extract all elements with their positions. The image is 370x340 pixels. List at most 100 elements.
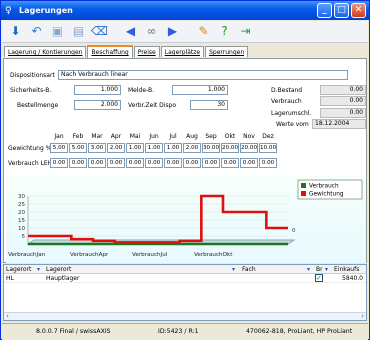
toolbar: ⬇ ↶ ▣ ▤ ⌫ ◀ ∞ ▶ ✎ ? ⇥: [2, 21, 368, 43]
consumption-chart: 30 25 20 15 10 5 0 VerbrauchJan VerbrauchApr Verb…: [8, 179, 363, 258]
col-lagerort-name[interactable]: Lagerort: [46, 265, 71, 274]
delete-icon[interactable]: ⌫: [91, 23, 108, 40]
gewichtung-field[interactable]: 20.00: [221, 143, 239, 153]
verbrauch-label: Verbrauch: [271, 98, 302, 105]
x-tick-label: VerbrauchApr: [70, 252, 109, 258]
month-header: Apr: [110, 133, 122, 140]
scroll-right-icon[interactable]: ›: [361, 313, 364, 320]
col-br[interactable]: Br: [316, 265, 323, 274]
edit-icon[interactable]: ✎: [195, 23, 212, 40]
storage-grid: Lagerort ▾ Lagerort ▾ Fach ▾ Br ▾ Einkau…: [3, 264, 367, 321]
x-tick-label: VerbrauchOkt: [194, 252, 233, 258]
tab-lagerung[interactable]: Lagerung / Kontierungen: [4, 46, 87, 57]
bestellmenge-field[interactable]: 2.000: [74, 100, 121, 110]
y-tick-label: 5: [22, 234, 26, 240]
gewichtung-field[interactable]: 3.00: [88, 143, 106, 153]
month-header: Feb: [72, 133, 84, 140]
gewichtung-field[interactable]: 5.00: [69, 143, 87, 153]
sicherheit-label: Sicherheits-B.: [10, 87, 52, 94]
legend-label: Gewichtung: [309, 192, 344, 198]
verbrauch-leh-field[interactable]: 0.00: [259, 158, 277, 168]
month-header: Okt: [224, 133, 236, 140]
gewichtung-field[interactable]: 20.00: [240, 143, 258, 153]
save-icon[interactable]: ⬇: [7, 23, 24, 40]
col-lagerort-code[interactable]: Lagerort: [6, 265, 31, 274]
table-row[interactable]: HL Hauptlager ✓ 5840.0: [4, 274, 366, 283]
bestellmenge-label: Bestellmenge: [17, 102, 59, 109]
right-axis-label: 0: [292, 228, 296, 234]
y-tick-label: 25: [18, 202, 25, 208]
gewichtung-field[interactable]: 2.00: [183, 143, 201, 153]
verbrauch-leh-field[interactable]: 0.00: [88, 158, 106, 168]
exit-icon[interactable]: ⇥: [237, 23, 254, 40]
chevron-down-icon[interactable]: ▾: [37, 265, 40, 274]
verbrauch-leh-field[interactable]: 0.00: [126, 158, 144, 168]
verbrauch-leh-field[interactable]: 0.00: [69, 158, 87, 168]
gewichtung-field[interactable]: 1.00: [145, 143, 163, 153]
chevron-down-icon[interactable]: ▾: [307, 265, 310, 274]
legend-label: Verbrauch: [309, 184, 339, 190]
y-tick-label: 20: [18, 210, 25, 216]
grid-header: Lagerort ▾ Lagerort ▾ Fach ▾ Br ▾ Einkau…: [4, 265, 366, 274]
gewichtung-field[interactable]: 1.00: [126, 143, 144, 153]
y-tick-label: 15: [18, 218, 25, 224]
gewichtung-field[interactable]: 1.00: [164, 143, 182, 153]
previous-icon[interactable]: ◀: [122, 23, 139, 40]
dispositionsart-field[interactable]: Nach Verbrauch linear: [58, 70, 348, 80]
chart-area: 30 25 20 15 10 5 0 VerbrauchJan VerbrauchApr Verb…: [6, 176, 366, 263]
chevron-down-icon[interactable]: ▾: [325, 265, 328, 274]
paste-icon[interactable]: ▤: [70, 23, 87, 40]
row-lagerort-code: HL: [6, 275, 14, 282]
verbrauch-leh-field[interactable]: 0.00: [221, 158, 239, 168]
gewichtung-field[interactable]: 10.00: [259, 143, 277, 153]
verbrauch-leh-field[interactable]: 0.00: [145, 158, 163, 168]
verbrauch-leh-field[interactable]: 0.00: [183, 158, 201, 168]
month-header: Nov: [243, 133, 255, 140]
app-icon: ♀: [5, 5, 12, 16]
y-tick-label: 10: [18, 226, 25, 232]
month-header: Jan: [54, 133, 64, 140]
status-version: 8.0.0.7 Final / swissAXIS: [36, 328, 111, 335]
melde-label: Melde-B.: [128, 87, 155, 94]
undo-icon[interactable]: ↶: [28, 23, 45, 40]
close-button[interactable]: ✕: [351, 3, 366, 18]
verbrauch-leh-field[interactable]: 0.00: [240, 158, 258, 168]
beschaffung-panel: Dispositionsart Nach Verbrauch linear Si…: [3, 58, 367, 263]
maximize-button[interactable]: □: [334, 3, 349, 18]
lagerumschl-label: Lagerumschl.: [271, 110, 312, 117]
tab-preise[interactable]: Preise: [133, 46, 160, 57]
next-icon[interactable]: ▶: [164, 23, 181, 40]
horizontal-scrollbar[interactable]: ‹ ›: [4, 312, 366, 320]
verbrauch-leh-label: Verbrauch LEH: [8, 160, 53, 167]
title-bar[interactable]: ♀ Lagerungen _ □ ✕: [1, 1, 369, 20]
verbrauch-leh-field[interactable]: 0.00: [202, 158, 220, 168]
verbrauch-leh-field[interactable]: 0.00: [164, 158, 182, 168]
minimize-button[interactable]: _: [317, 3, 332, 18]
help-icon[interactable]: ?: [216, 23, 233, 40]
link-icon[interactable]: ∞: [143, 23, 160, 40]
wertevom-label: Werte vom: [276, 121, 309, 128]
chevron-down-icon[interactable]: ▾: [232, 265, 235, 274]
verbrauch-leh-field[interactable]: 0.00: [50, 158, 68, 168]
month-header: Jun: [149, 133, 159, 140]
month-header: Mai: [129, 133, 141, 140]
melde-field[interactable]: 1.000: [172, 85, 228, 95]
tab-sperrungen[interactable]: Sperrungen: [205, 46, 249, 57]
x-tick-label: VerbrauchJul: [132, 252, 168, 258]
col-fach[interactable]: Fach: [242, 265, 256, 274]
legend-swatch: [301, 191, 306, 196]
tab-lagerplaetze[interactable]: Lagerplätze: [160, 46, 205, 57]
tab-beschaffung[interactable]: Beschaffung: [87, 45, 133, 58]
gewichtung-field[interactable]: 2.00: [107, 143, 125, 153]
row-lagerort-name: Hauptlager: [46, 275, 80, 282]
col-einkaufs[interactable]: Einkaufs: [334, 265, 359, 274]
scroll-left-icon[interactable]: ‹: [6, 313, 9, 320]
row-checkbox[interactable]: ✓: [315, 274, 323, 282]
verbrzeit-field[interactable]: 30: [190, 100, 228, 110]
gewichtung-field[interactable]: 5.00: [50, 143, 68, 153]
gewichtung-label: Gewichtung %: [8, 145, 52, 152]
gewichtung-field[interactable]: 30.00: [202, 143, 220, 153]
copy-icon[interactable]: ▣: [49, 23, 66, 40]
sicherheit-field[interactable]: 1.000: [74, 85, 121, 95]
verbrauch-leh-field[interactable]: 0.00: [107, 158, 125, 168]
